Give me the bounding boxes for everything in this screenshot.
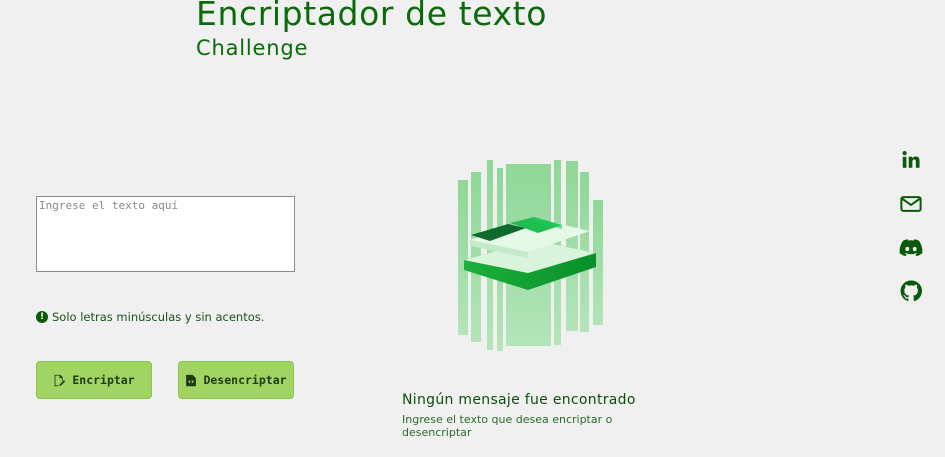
text-input[interactable] [36, 196, 295, 272]
mail-link[interactable] [898, 191, 924, 217]
hint-text: Solo letras minúsculas y sin acentos. [52, 310, 265, 324]
linkedin-link[interactable] [898, 147, 924, 173]
discord-icon [899, 239, 923, 257]
github-link[interactable] [898, 278, 924, 304]
discord-link[interactable] [898, 235, 924, 261]
encrypt-button[interactable]: Encriptar [36, 361, 152, 399]
input-hint: ! Solo letras minúsculas y sin acentos. [36, 310, 264, 324]
file-code-icon [186, 374, 197, 386]
decrypt-button[interactable]: Desencriptar [178, 361, 294, 399]
file-pen-icon [54, 374, 66, 386]
decrypt-button-label: Desencriptar [203, 373, 287, 387]
page-title: Encriptador de texto [196, 0, 548, 33]
github-icon [900, 280, 922, 302]
empty-state-subtitle: Ingrese el texto que desea encriptar o d… [402, 413, 613, 439]
exclamation-circle-icon: ! [36, 311, 48, 323]
empty-state-illustration [458, 160, 603, 351]
empty-state-title: Ningún mensaje fue encontrado [402, 392, 636, 408]
page-subtitle: Challenge [196, 36, 309, 60]
encrypt-button-label: Encriptar [72, 373, 135, 387]
linkedin-icon [902, 151, 920, 168]
mail-icon [900, 196, 922, 212]
